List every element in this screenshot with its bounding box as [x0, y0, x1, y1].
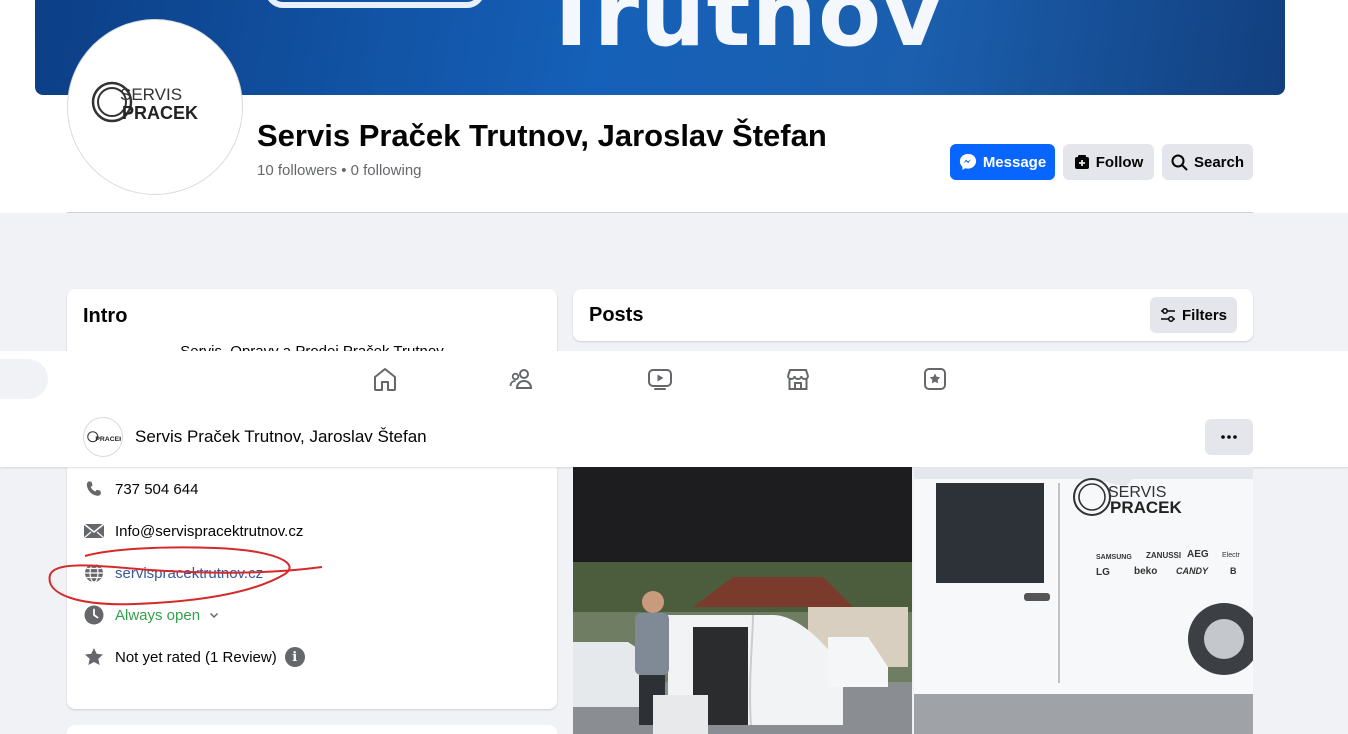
hours-row[interactable]: Always open: [83, 604, 220, 626]
message-label: Message: [982, 153, 1047, 171]
envelope-icon: [83, 520, 105, 542]
video-icon[interactable]: [646, 365, 674, 393]
profile-picture[interactable]: SERVIS PRACEK: [68, 20, 242, 194]
message-button[interactable]: Message: [950, 144, 1055, 180]
friends-icon[interactable]: [508, 365, 536, 393]
search-button[interactable]: Search: [1162, 144, 1253, 180]
messenger-icon: [959, 153, 976, 170]
top-navigation-bar: [0, 351, 1348, 407]
brand-candy: CANDY: [1176, 566, 1209, 576]
star-icon: [83, 646, 105, 668]
brand-samsung: SAMSUNG: [1096, 554, 1132, 561]
brand-lg: LG: [1096, 567, 1110, 578]
marketplace-icon[interactable]: [784, 365, 812, 393]
phone-icon: [83, 478, 105, 500]
brand-electrolux: Electr: [1222, 552, 1241, 559]
logo-text-top: SERVIS: [120, 85, 182, 104]
hours-status: Always open: [115, 606, 201, 624]
posts-title: Posts: [589, 304, 644, 326]
email-row: Info@servispracektrutnov.cz: [83, 520, 303, 542]
intro-title: Intro: [83, 305, 128, 327]
filters-label: Filters: [1181, 306, 1227, 324]
chevron-down-icon[interactable]: [208, 609, 220, 621]
rating-row: Not yet rated (1 Review) i: [83, 646, 305, 668]
search-label: Search: [1193, 153, 1245, 171]
website-link[interactable]: servispracektrutnov.cz: [115, 565, 263, 582]
clock-icon: [83, 604, 105, 626]
follow-icon: [1074, 155, 1089, 169]
brand-aeg: AEG: [1187, 549, 1209, 560]
brand-zanussi: ZANUSSI: [1146, 551, 1181, 560]
rating-text: Not yet rated (1 Review): [115, 648, 277, 666]
phone-row: 737 504 644: [83, 478, 198, 500]
brand-beko: beko: [1134, 566, 1157, 577]
search-pill[interactable]: [0, 359, 48, 399]
follow-label: Follow: [1095, 153, 1144, 171]
van-logo-bottom: PRACEK: [1110, 498, 1183, 517]
home-icon[interactable]: [371, 365, 399, 393]
search-icon: [1171, 154, 1188, 170]
next-card: [67, 725, 557, 734]
follow-stats[interactable]: 10 followers • 0 following: [257, 162, 422, 179]
page-title: Servis Praček Trutnov, Jaroslav Štefan: [257, 118, 827, 153]
header-divider: [67, 212, 1253, 213]
info-icon[interactable]: i: [284, 647, 305, 667]
logo-text-bottom: PRACEK: [122, 103, 198, 123]
post-photo-technician[interactable]: [573, 467, 912, 734]
sticky-page-name: Servis Praček Trutnov, Jaroslav Štefan: [135, 427, 427, 446]
brand-b: B: [1230, 566, 1237, 576]
posts-header-card: Posts Filters: [573, 289, 1253, 341]
email-address[interactable]: Info@servispracektrutnov.cz: [115, 523, 303, 540]
cover-graphic: [265, 0, 485, 8]
profile-header: Trutnov SERVIS PRACEK Servis Praček Trut…: [0, 0, 1348, 213]
website-row: servispracektrutnov.cz: [83, 562, 263, 584]
gaming-icon[interactable]: [921, 365, 949, 393]
filters-button[interactable]: Filters: [1150, 297, 1237, 333]
more-dots-icon: [1221, 435, 1237, 439]
follow-button[interactable]: Follow: [1063, 144, 1154, 180]
sliders-icon: [1160, 308, 1175, 322]
phone-number[interactable]: 737 504 644: [115, 481, 198, 498]
sticky-profile-bar: PRACEK Servis Praček Trutnov, Jaroslav Š…: [0, 407, 1348, 467]
mini-logo-text: PRACEK: [95, 436, 121, 443]
post-photo-van[interactable]: SERVIS PRACEK SAMSUNG ZANUSSI AEG Electr…: [914, 467, 1253, 734]
more-options-button[interactable]: [1205, 419, 1253, 455]
cover-text: Trutnov: [540, 0, 944, 67]
mini-profile-picture[interactable]: PRACEK: [83, 417, 123, 457]
globe-icon: [83, 562, 105, 584]
